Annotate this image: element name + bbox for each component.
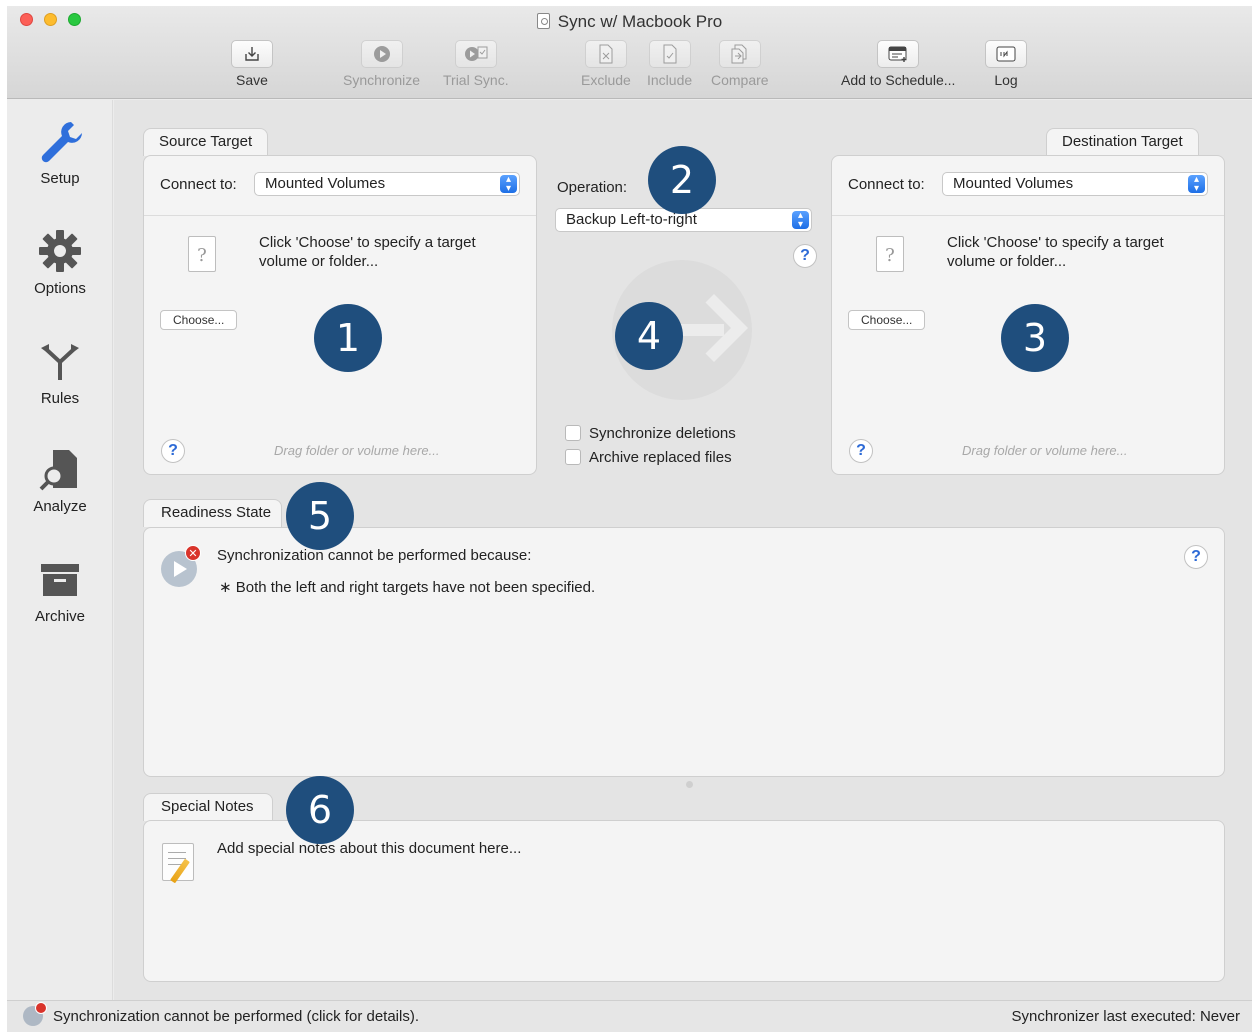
source-connect-select[interactable]: Mounted Volumes ▴ ▾ <box>254 172 520 196</box>
document-icon <box>536 13 550 29</box>
sidebar: Setup Options Rules Analyze Archive <box>7 100 113 1000</box>
notes-pencil-icon <box>162 843 194 884</box>
callout-badge-5: 5 <box>286 482 354 550</box>
sidebar-item-options[interactable]: Options <box>7 228 113 297</box>
source-help-button[interactable]: ? <box>161 439 185 463</box>
tab-source-target: Source Target <box>143 128 269 156</box>
sidebar-item-rules[interactable]: Rules <box>7 338 113 407</box>
sidebar-item-setup[interactable]: Setup <box>7 118 113 187</box>
sidebar-item-archive[interactable]: Archive <box>7 556 113 625</box>
destination-hint: Click 'Choose' to specify a target volum… <box>947 234 1164 270</box>
destination-connect-select[interactable]: Mounted Volumes ▴ ▾ <box>942 172 1208 196</box>
sidebar-item-label: Archive <box>34 608 86 625</box>
compare-icon <box>718 40 761 68</box>
callout-badge-4: 4 <box>615 302 683 370</box>
exclude-button[interactable]: Exclude <box>581 40 631 88</box>
chevron-updown-icon: ▴ ▾ <box>792 211 809 230</box>
special-notes-panel[interactable]: Add special notes about this document he… <box>143 820 1225 982</box>
analyze-icon <box>37 446 83 492</box>
unknown-file-icon <box>876 236 904 272</box>
checkbox-box[interactable] <box>565 425 581 441</box>
source-choose-button[interactable]: Choose... <box>160 310 238 330</box>
window-title: Sync w/ Macbook Pro <box>7 12 1252 32</box>
add-to-schedule-button[interactable]: Add to Schedule... <box>841 40 955 88</box>
callout-badge-2: 2 <box>648 146 716 214</box>
unknown-file-icon <box>188 236 216 272</box>
sidebar-item-label: Setup <box>40 170 80 187</box>
sidebar-item-label: Analyze <box>33 498 87 515</box>
trial-sync-icon <box>454 40 497 68</box>
callout-badge-1: 1 <box>314 304 382 372</box>
include-label: Include <box>647 72 693 88</box>
readiness-panel: ✕ Synchronization cannot be performed be… <box>143 527 1225 777</box>
archive-icon <box>37 556 83 602</box>
checkbox-box[interactable] <box>565 449 581 465</box>
log-button[interactable]: Log <box>985 40 1027 88</box>
source-connect-value: Mounted Volumes <box>265 175 386 192</box>
divider <box>832 215 1224 216</box>
status-message[interactable]: Synchronization cannot be performed (cli… <box>53 1008 419 1025</box>
source-hint: Click 'Choose' to specify a target volum… <box>259 234 476 270</box>
log-icon <box>985 40 1027 68</box>
destination-help-button[interactable]: ? <box>849 439 873 463</box>
synchronize-button[interactable]: Synchronize <box>343 40 420 88</box>
splitter-handle[interactable] <box>686 781 693 788</box>
callout-badge-3: 3 <box>1001 304 1069 372</box>
operation-label: Operation: <box>557 179 628 196</box>
gear-icon <box>37 228 83 274</box>
source-drag-hint: Drag folder or volume here... <box>274 443 440 458</box>
archive-replaced-checkbox[interactable]: Archive replaced files <box>565 449 732 466</box>
log-label: Log <box>994 72 1018 88</box>
play-icon <box>360 40 403 68</box>
compare-label: Compare <box>711 72 769 88</box>
readiness-message: Synchronization cannot be performed beca… <box>217 547 532 564</box>
sync-deletions-label: Synchronize deletions <box>589 425 736 442</box>
callout-badge-6: 6 <box>286 776 354 844</box>
synchronize-label: Synchronize <box>343 72 421 88</box>
save-button[interactable]: Save <box>231 40 273 88</box>
sync-deletions-checkbox[interactable]: Synchronize deletions <box>565 425 736 442</box>
tab-readiness-state: Readiness State <box>143 499 283 527</box>
sidebar-item-analyze[interactable]: Analyze <box>7 446 113 515</box>
sidebar-item-label: Rules <box>40 390 80 407</box>
operation-help-button[interactable]: ? <box>793 244 817 268</box>
readiness-detail: ∗ Both the left and right targets have n… <box>219 579 596 596</box>
chevron-updown-icon: ▴ ▾ <box>1188 175 1205 194</box>
tab-destination-target: Destination Target <box>1046 128 1199 156</box>
archive-replaced-label: Archive replaced files <box>589 449 732 466</box>
destination-choose-button[interactable]: Choose... <box>848 310 926 330</box>
window-title-text: Sync w/ Macbook Pro <box>557 12 723 31</box>
compare-button[interactable]: Compare <box>711 40 769 88</box>
divider <box>144 215 536 216</box>
error-icon: ✕ <box>185 545 201 561</box>
chevron-updown-icon: ▴ ▾ <box>500 175 517 194</box>
branch-icon <box>37 338 83 384</box>
add-to-schedule-label: Add to Schedule... <box>841 72 956 88</box>
save-label: Save <box>236 72 268 88</box>
source-connect-label: Connect to: <box>160 176 237 193</box>
sidebar-item-label: Options <box>34 280 86 297</box>
include-icon <box>648 40 691 68</box>
app-window: Sync w/ Macbook Pro Save Synchronize Tri… <box>7 6 1252 1032</box>
sync-error-status-icon[interactable] <box>23 1002 47 1026</box>
trial-sync-button[interactable]: Trial Sync. <box>443 40 509 88</box>
titlebar: Sync w/ Macbook Pro Save Synchronize Tri… <box>7 6 1252 99</box>
destination-drag-hint: Drag folder or volume here... <box>962 443 1128 458</box>
readiness-help-button[interactable]: ? <box>1184 545 1208 569</box>
include-button[interactable]: Include <box>647 40 692 88</box>
exclude-label: Exclude <box>581 72 631 88</box>
notes-placeholder[interactable]: Add special notes about this document he… <box>217 840 521 857</box>
trial-sync-label: Trial Sync. <box>443 72 509 88</box>
status-bar: Synchronization cannot be performed (cli… <box>7 1000 1252 1032</box>
main-content: Source Target Connect to: Mounted Volume… <box>114 100 1252 1000</box>
exclude-icon <box>584 40 627 68</box>
tab-special-notes: Special Notes <box>143 793 273 821</box>
destination-connect-label: Connect to: <box>848 176 925 193</box>
destination-connect-value: Mounted Volumes <box>953 175 1074 192</box>
wrench-icon <box>37 118 83 164</box>
calendar-icon <box>877 40 920 68</box>
last-executed-status: Synchronizer last executed: Never <box>1011 1008 1240 1025</box>
save-icon <box>231 40 273 68</box>
